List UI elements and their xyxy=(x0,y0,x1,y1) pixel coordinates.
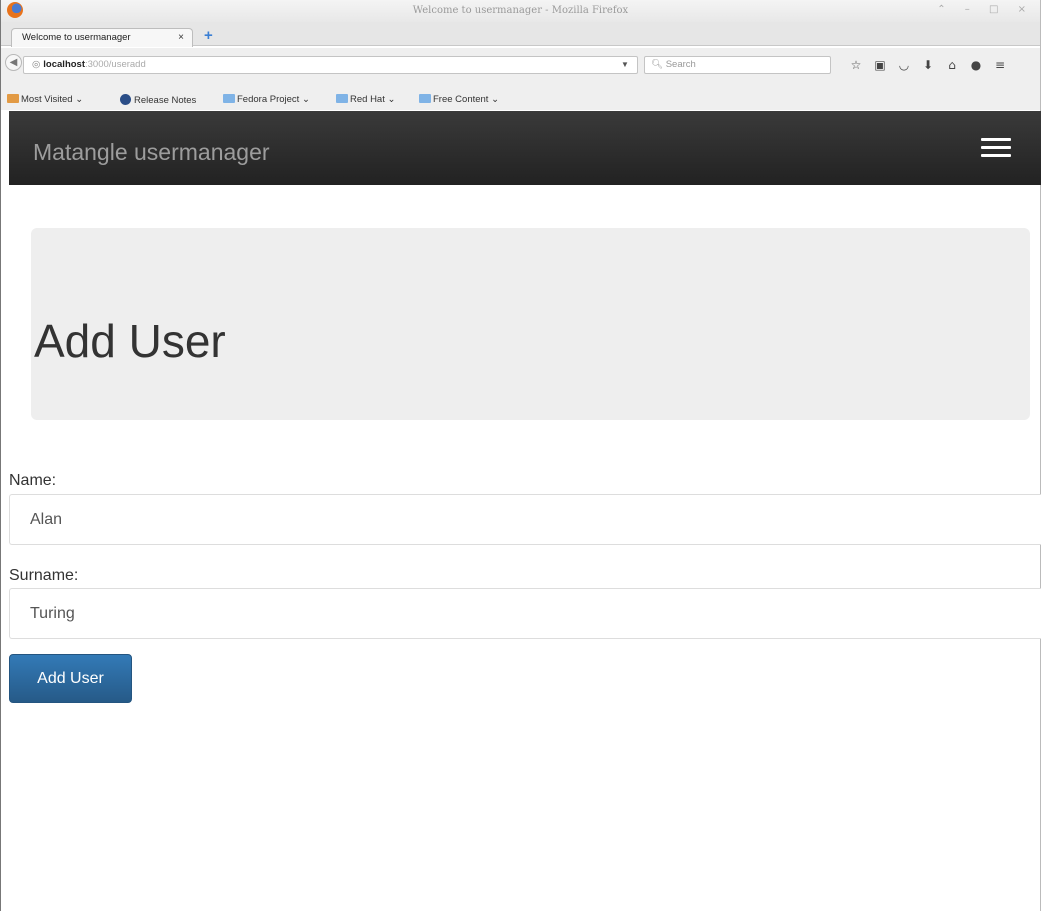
window-title: Welcome to usermanager - Mozilla Firefox xyxy=(412,5,629,16)
bookmark-label: Most Visited xyxy=(21,94,73,105)
bookmark-star-icon[interactable]: ☆ xyxy=(844,58,868,72)
bookmark-fedora-project[interactable]: Fedora Project ⌄ xyxy=(223,94,310,105)
bookmark-red-hat[interactable]: Red Hat ⌄ xyxy=(336,94,395,105)
jumbotron: Add User xyxy=(31,228,1030,420)
tab-welcome[interactable]: Welcome to usermanager × xyxy=(11,28,193,47)
browser-window: Welcome to usermanager - Mozilla Firefox… xyxy=(0,0,1041,911)
toolbar-icons: ☆ ▣ ◡ ⬇ ⌂ ● ≡ xyxy=(844,58,1012,72)
bookmarks-toolbar: Most Visited ⌄ Release Notes Fedora Proj… xyxy=(1,78,1040,110)
folder-icon xyxy=(336,94,348,103)
bookmark-most-visited[interactable]: Most Visited ⌄ xyxy=(7,94,83,105)
window-controls[interactable]: ⌃ – □ × xyxy=(937,4,1034,15)
hamburger-menu-icon[interactable] xyxy=(981,138,1011,158)
bookmark-label: Fedora Project xyxy=(237,94,300,105)
name-label: Name: xyxy=(9,472,57,489)
pocket-icon[interactable]: ◡ xyxy=(892,58,916,72)
title-bar: Welcome to usermanager - Mozilla Firefox… xyxy=(1,0,1040,22)
bookmark-release-notes[interactable]: Release Notes xyxy=(120,94,196,106)
search-icon: 🔍︎ xyxy=(651,59,664,70)
surname-label: Surname: xyxy=(9,567,79,584)
home-icon[interactable]: ⌂ xyxy=(940,58,964,72)
folder-icon xyxy=(419,94,431,103)
bookmark-free-content[interactable]: Free Content ⌄ xyxy=(419,94,499,105)
search-placeholder: Search xyxy=(665,59,696,70)
app-brand[interactable]: Matangle usermanager xyxy=(33,139,270,166)
page-title: Add User xyxy=(34,315,226,367)
tab-title: Welcome to usermanager xyxy=(22,32,131,43)
bookmark-label: Red Hat xyxy=(350,94,385,105)
folder-icon xyxy=(223,94,235,103)
chevron-down-icon: ⌄ xyxy=(75,94,84,105)
download-icon[interactable]: ⬇ xyxy=(916,58,940,72)
folder-icon xyxy=(7,94,19,103)
chat-icon[interactable]: ● xyxy=(964,58,988,72)
name-input[interactable] xyxy=(9,494,1041,545)
bookmark-label: Free Content xyxy=(433,94,489,105)
fedora-icon xyxy=(120,94,131,105)
search-input[interactable]: 🔍︎ Search xyxy=(644,56,831,74)
chevron-down-icon: ⌄ xyxy=(387,94,396,105)
app-navbar: Matangle usermanager xyxy=(9,111,1041,185)
dropdown-arrow-icon[interactable]: ▼ xyxy=(621,60,629,69)
chevron-down-icon: ⌄ xyxy=(491,94,500,105)
tab-close-icon[interactable]: × xyxy=(178,32,184,43)
address-bar[interactable]: ◎localhost:3000/useradd ▼ ↻ xyxy=(23,56,654,74)
url-path: :3000/useradd xyxy=(85,59,146,70)
tab-strip: Welcome to usermanager × + xyxy=(1,22,1040,47)
back-arrow-icon[interactable]: ◀ xyxy=(5,54,22,71)
bookmark-label: Release Notes xyxy=(134,95,197,106)
add-user-button[interactable]: Add User xyxy=(9,654,132,703)
menu-icon[interactable]: ≡ xyxy=(988,58,1012,72)
surname-input[interactable] xyxy=(9,588,1041,639)
new-tab-button[interactable]: + xyxy=(204,28,213,43)
reading-list-icon[interactable]: ▣ xyxy=(868,58,892,72)
globe-icon: ◎ xyxy=(32,59,41,70)
url-host: localhost xyxy=(43,59,85,70)
navigation-toolbar: ◀ ◎localhost:3000/useradd ▼ ↻ 🔍︎ Search … xyxy=(1,48,1040,78)
chevron-down-icon: ⌄ xyxy=(301,94,310,105)
